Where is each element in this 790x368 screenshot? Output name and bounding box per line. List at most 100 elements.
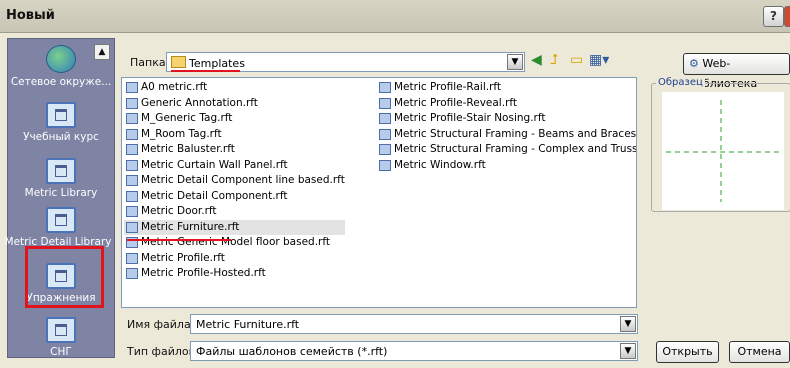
selected-file-underline [127,239,231,241]
template-file-icon [126,97,138,109]
help-button[interactable]: ? [763,6,784,27]
template-file-icon [379,144,391,155]
file-item[interactable]: Metric Detail Component.rft [124,189,345,205]
file-name: Metric Furniture.rft [141,220,240,233]
file-item-selected[interactable]: Metric Furniture.rft [124,219,345,235]
place-metric-detail-library[interactable]: Metric Detail Library [5,207,114,248]
views-menu-icon[interactable]: ▦▾ [589,52,609,68]
file-item[interactable]: Generic Annotation.rft [124,96,345,112]
cancel-button[interactable]: Отмена [729,341,790,363]
folder-icon [46,102,76,128]
file-name: Metric Profile-Hosted.rft [141,267,266,279]
file-name: M_Room Tag.rft [141,127,222,140]
window-title: Новый [6,8,55,23]
filename-value: Metric Furniture.rft [196,318,300,331]
place-label: СНГ [50,346,72,358]
new-folder-icon[interactable]: ▭ [570,52,583,68]
folder-label: Папка: [130,56,170,69]
template-file-icon [379,128,391,140]
template-file-icon [126,221,138,233]
close-button[interactable]: x [784,6,790,27]
file-item[interactable]: Metric Baluster.rft [124,142,345,158]
template-file-icon [379,113,391,124]
file-item[interactable]: Metric Profile-Reveal.rft [377,96,636,112]
file-name: Metric Profile-Reveal.rft [394,96,518,109]
file-item[interactable]: Metric Profile-Stair Nosing.rft [377,111,636,127]
file-item[interactable]: Metric Profile.rft [124,251,345,267]
file-item[interactable]: Metric Structural Framing - Complex and … [377,142,637,158]
place-label: Учебный курс [23,131,99,143]
template-file-icon [126,113,138,124]
filetype-label: Тип файлов: [127,345,199,358]
title-bar: Новый ? x [0,0,790,33]
file-name: Metric Structural Framing - Complex and … [394,143,637,155]
place-label: Metric Library [24,187,98,199]
template-file-icon [126,252,138,264]
file-item[interactable]: Metric Curtain Wall Panel.rft [124,158,345,174]
file-name: M_Generic Tag.rft [141,112,233,124]
preview-canvas [662,92,784,210]
back-icon[interactable]: ◀ [531,52,542,68]
file-item[interactable]: Metric Structural Framing - Beams and Br… [377,127,637,143]
place-network[interactable]: Сетевое окруже... [8,45,114,88]
filetype-value: Файлы шаблонов семейств (*.rft) [196,345,388,358]
template-file-icon [126,144,138,155]
place-cis[interactable]: СНГ [8,317,114,358]
web-library-button[interactable]: ⚙ Web-библиотека [683,53,790,90]
places-bar: ▲ Сетевое окруже... Учебный курс Metric … [5,38,115,358]
template-file-icon [126,175,138,186]
file-name: Metric Structural Framing - Beams and Br… [394,127,637,140]
template-file-icon [126,190,138,202]
folder-underline [171,70,240,72]
place-training-course[interactable]: Учебный курс [8,102,114,143]
file-item[interactable]: A0 metric.rft [124,80,345,96]
template-file-icon [126,206,138,217]
filename-input[interactable]: Metric Furniture.rft ▼ [190,314,638,334]
file-item[interactable]: M_Generic Tag.rft [124,111,345,127]
file-name: Metric Door.rft [141,205,217,217]
place-metric-library[interactable]: Metric Library [8,158,114,199]
file-item[interactable]: Metric Detail Component line based.rft [124,173,345,189]
file-item[interactable]: Metric Window.rft [377,158,636,174]
file-name: Metric Profile.rft [141,251,225,264]
web-library-icon: ⚙ [689,57,699,70]
template-file-icon [126,268,138,279]
file-item[interactable]: Metric Door.rft [124,204,345,220]
chevron-down-icon[interactable]: ▼ [507,54,523,70]
chevron-down-icon[interactable]: ▼ [620,343,636,359]
file-column-1: A0 metric.rft Generic Annotation.rft M_G… [124,80,345,282]
file-name: Metric Baluster.rft [141,143,235,155]
file-name: Metric Window.rft [394,158,486,171]
exercises-highlight [25,246,104,308]
chevron-down-icon[interactable]: ▼ [620,316,636,332]
folder-icon [46,207,76,233]
file-item[interactable]: Metric Profile-Hosted.rft [124,266,345,282]
preview-label: Образец [656,77,705,88]
file-name: Metric Profile-Stair Nosing.rft [394,112,546,124]
filetype-select[interactable]: Файлы шаблонов семейств (*.rft) ▼ [190,341,638,361]
file-column-2: Metric Profile-Rail.rft Metric Profile-R… [377,80,637,174]
template-file-icon [126,128,138,140]
folder-icon [46,317,76,343]
filename-label: Имя файла: [127,318,195,331]
file-name: Metric Profile-Rail.rft [394,81,502,93]
template-file-icon [379,97,391,109]
file-name: Generic Annotation.rft [141,96,258,109]
template-file-icon [126,159,138,171]
file-item[interactable]: Metric Profile-Rail.rft [377,80,636,96]
file-item[interactable]: Metric Generic Model floor based.rft [124,235,345,251]
up-folder-icon[interactable]: ⮥ [550,52,558,68]
open-button[interactable]: Открыть [656,341,719,363]
file-list[interactable]: A0 metric.rft Generic Annotation.rft M_G… [121,77,637,308]
folder-icon [46,158,76,184]
folder-value: Templates [171,56,245,70]
file-name: Metric Detail Component line based.rft [141,174,345,186]
file-name: A0 metric.rft [141,81,208,93]
file-name: Metric Generic Model floor based.rft [141,236,330,248]
preview-crosshair [666,100,780,202]
file-name: Metric Detail Component.rft [141,189,288,202]
folder-value-text: Templates [189,57,245,70]
template-file-icon [126,82,138,93]
folder-combo[interactable]: Templates ▼ [166,52,525,72]
file-item[interactable]: M_Room Tag.rft [124,127,345,143]
